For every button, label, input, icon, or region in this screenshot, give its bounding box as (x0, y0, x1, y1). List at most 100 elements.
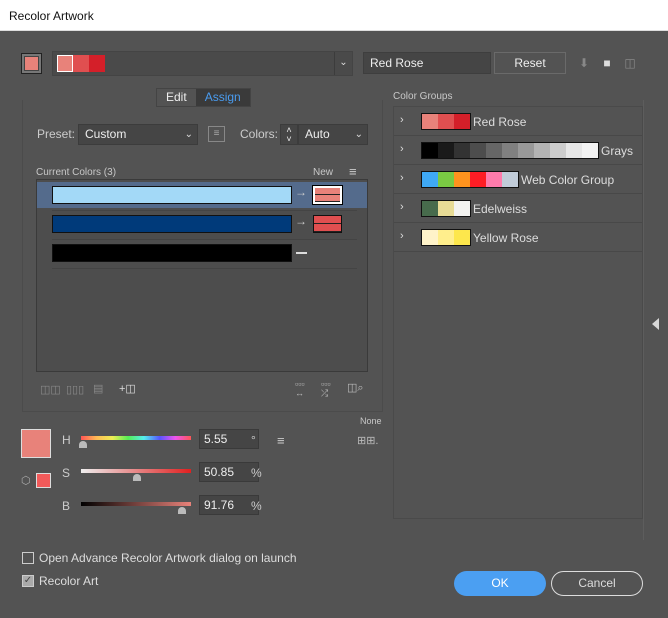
current-color-bar[interactable] (52, 186, 292, 204)
new-color-half (315, 195, 340, 202)
new-colors-label: New (313, 167, 334, 178)
randomize-saturation-icon[interactable]: ▫▫▫ ⤮ (321, 380, 331, 398)
color-group-row[interactable]: › Edelweiss (394, 194, 642, 223)
collapse-panel-icon[interactable] (652, 318, 659, 330)
group-color-chip (502, 143, 518, 158)
chevron-down-icon: ⌄ (354, 129, 363, 140)
color-row[interactable]: → (37, 211, 367, 237)
expand-chevron-icon[interactable]: › (400, 172, 404, 184)
color-groups-label: Color Groups (393, 91, 453, 102)
no-change-dash-icon[interactable] (296, 252, 307, 254)
new-color-half (315, 188, 340, 195)
preset-value: Custom (85, 127, 127, 141)
color-group-name: Web Color Group (521, 173, 615, 187)
group-color-chip (454, 201, 470, 216)
s-slider-thumb[interactable] (132, 474, 141, 481)
expand-chevron-icon[interactable]: › (400, 230, 404, 242)
ok-button[interactable]: OK (454, 571, 546, 596)
slider-menu-icon[interactable]: ≡ (277, 433, 285, 448)
new-row-icon[interactable]: +◫ (119, 382, 136, 395)
expand-chevron-icon[interactable]: › (400, 201, 404, 213)
group-color-chip (454, 230, 470, 245)
group-color-chip (518, 143, 534, 158)
b-unit: % (251, 499, 262, 513)
cancel-button[interactable]: Cancel (551, 571, 643, 596)
save-group-icon[interactable]: ⬇ (577, 56, 591, 70)
colors-select[interactable]: Auto ⌄ (298, 124, 368, 145)
randomize-order-icon[interactable]: ▫▫▫ ↔ (295, 380, 305, 398)
active-color-swatch[interactable] (21, 53, 42, 74)
none-label: None (360, 416, 382, 426)
group-color-chip (438, 114, 454, 129)
b-slider-thumb[interactable] (177, 507, 186, 514)
arrow-icon[interactable]: → (295, 214, 307, 228)
trash-icon[interactable]: ◫ (623, 56, 637, 70)
color-reduction-options-icon[interactable]: ≡ (208, 126, 225, 142)
recolor-art-label: Recolor Art (39, 574, 99, 588)
color-mode-grid-icon[interactable]: ⊞⊞. (357, 434, 379, 447)
preset-select[interactable]: Custom ⌄ (78, 124, 198, 145)
color-group-name-input[interactable]: Red Rose (363, 52, 491, 74)
row-divider (52, 268, 357, 269)
recolor-art-checkbox[interactable]: ✓ (22, 575, 34, 587)
h-unit: ° (251, 433, 256, 447)
color-group-swatches[interactable] (421, 113, 471, 130)
group-color-chip (550, 143, 566, 158)
color-row[interactable]: → (37, 182, 367, 208)
separate-colors-icon: ▯▯▯ (66, 384, 85, 396)
group-color-chip (438, 172, 454, 187)
tab-assign[interactable]: Assign (195, 89, 250, 106)
menu-icon[interactable]: ≡ (349, 164, 357, 179)
expand-chevron-icon[interactable]: › (400, 114, 404, 126)
group-color-chip (566, 143, 582, 158)
color-group-swatches[interactable] (421, 229, 471, 246)
out-of-gamut-swatch[interactable] (36, 473, 51, 488)
b-value-input[interactable]: 91.76 (199, 495, 259, 515)
color-group-row[interactable]: › Red Rose (394, 107, 642, 136)
preset-label: Preset: (37, 127, 76, 141)
harmony-colors-dropdown[interactable]: ⌄ (52, 51, 353, 76)
reset-button[interactable]: Reset (494, 52, 566, 74)
color-row[interactable] (37, 240, 367, 266)
title-bar: Recolor Artwork (0, 0, 668, 31)
find-color-icon[interactable]: ◫⌕ (347, 381, 364, 395)
color-group-row[interactable]: › Yellow Rose (394, 223, 642, 252)
color-group-swatches[interactable] (421, 171, 519, 188)
color-group-swatches[interactable] (421, 142, 599, 159)
h-value-input[interactable]: 5.55 (199, 429, 259, 449)
b-slider-track[interactable] (81, 502, 191, 506)
open-advance-checkbox[interactable] (22, 552, 34, 564)
color-group-row[interactable]: › Grays (394, 136, 642, 165)
harmony-color-chip[interactable] (89, 55, 105, 72)
current-color-swatch (21, 429, 51, 458)
s-slider-track[interactable] (81, 469, 191, 473)
new-color-half (314, 216, 341, 224)
harmony-color-chip[interactable] (57, 55, 73, 72)
group-color-chip (454, 114, 470, 129)
h-slider-track[interactable] (81, 436, 191, 440)
folder-icon[interactable]: ■ (600, 56, 614, 70)
current-color-bar[interactable] (52, 244, 292, 262)
colors-stepper[interactable]: ˄ ˅ (280, 124, 298, 145)
new-color-swatch[interactable] (313, 215, 342, 233)
color-group-row[interactable]: › Web Color Group (394, 165, 642, 194)
color-group-name: Red Rose (473, 115, 527, 129)
color-assignment-list: → → (36, 179, 368, 372)
exclude-colors-icon: ▤ (93, 383, 104, 395)
chevron-down-icon[interactable]: ⌄ (334, 52, 352, 75)
group-color-chip (486, 143, 502, 158)
harmony-color-chip[interactable] (73, 55, 89, 72)
group-color-chip (454, 143, 470, 158)
color-group-name: Yellow Rose (473, 231, 539, 245)
arrow-icon[interactable]: → (295, 185, 307, 199)
new-color-swatch[interactable] (312, 185, 343, 205)
group-color-chip (438, 201, 454, 216)
tab-edit[interactable]: Edit (157, 89, 196, 106)
h-slider-thumb[interactable] (78, 441, 87, 448)
mode-tabs: Edit Assign (156, 88, 251, 107)
color-group-swatches[interactable] (421, 200, 471, 217)
s-value-input[interactable]: 50.85 (199, 462, 259, 482)
colors-label: Colors: (240, 127, 279, 141)
expand-chevron-icon[interactable]: › (400, 143, 404, 155)
current-color-bar[interactable] (52, 215, 292, 233)
